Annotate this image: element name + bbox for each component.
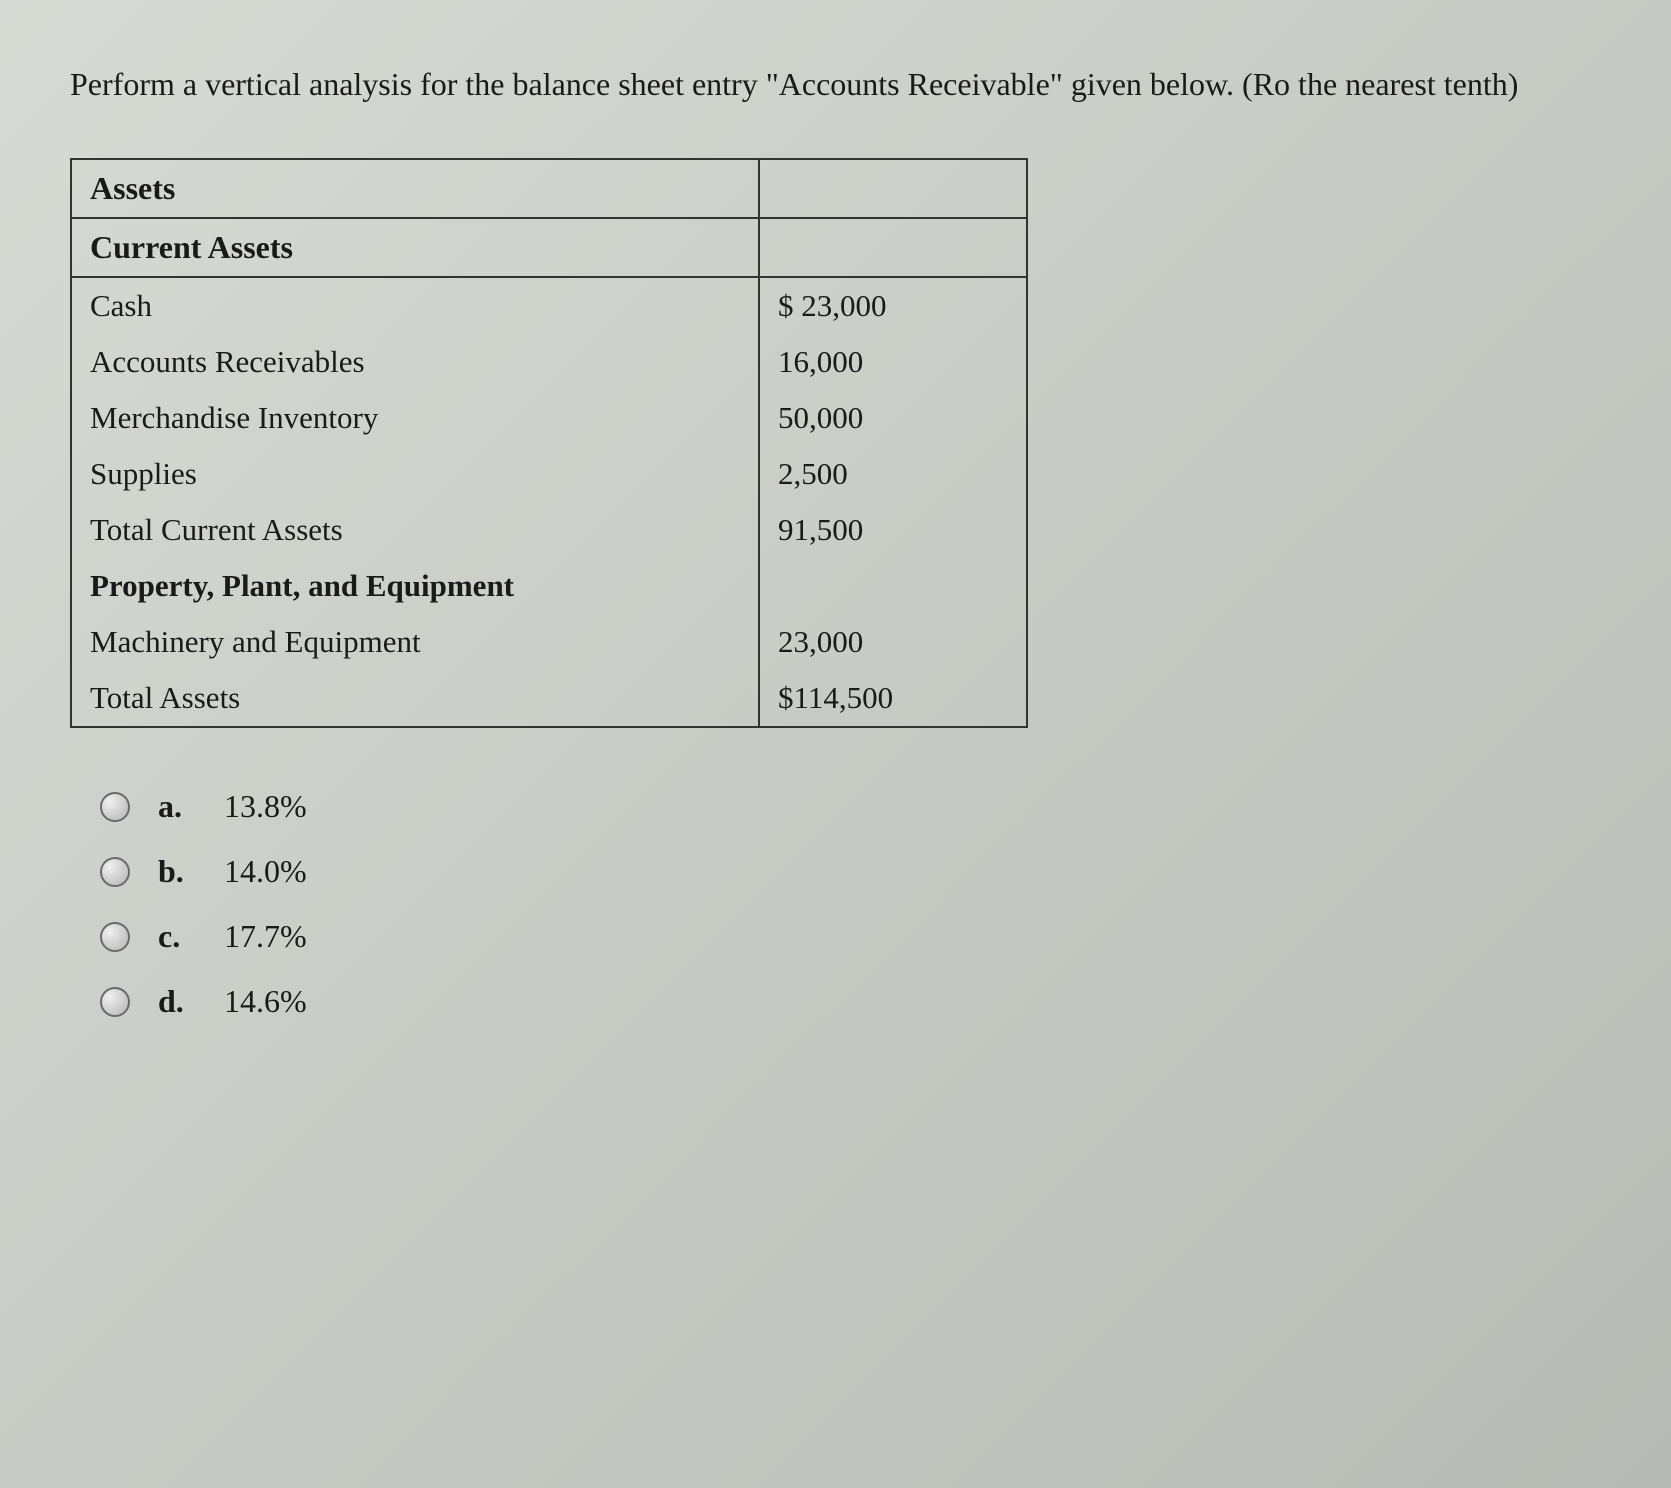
section-current-blank [759,218,1027,277]
option-d[interactable]: d. 14.6% [100,983,1601,1020]
row-label-total-assets: Total Assets [71,670,759,727]
radio-icon[interactable] [100,987,130,1017]
row-value-machinery: 23,000 [759,614,1027,670]
row-label-machinery: Machinery and Equipment [71,614,759,670]
option-b[interactable]: b. 14.0% [100,853,1601,890]
option-text: 14.6% [224,983,307,1020]
option-letter: b. [158,853,196,890]
row-label-total-current: Total Current Assets [71,502,759,558]
table-header-assets: Assets [71,159,759,218]
table-header-blank [759,159,1027,218]
radio-icon[interactable] [100,792,130,822]
options-group: a. 13.8% b. 14.0% c. 17.7% d. 14.6% [100,788,1601,1020]
option-text: 13.8% [224,788,307,825]
option-text: 14.0% [224,853,307,890]
section-ppe-blank [759,558,1027,614]
balance-sheet-table: Assets Current Assets Cash $ 23,000 Acco… [70,158,1028,728]
radio-icon[interactable] [100,922,130,952]
row-value-total-current: 91,500 [759,502,1027,558]
option-text: 17.7% [224,918,307,955]
row-label-inventory: Merchandise Inventory [71,390,759,446]
radio-icon[interactable] [100,857,130,887]
row-value-cash: $ 23,000 [759,277,1027,334]
row-label-ar: Accounts Receivables [71,334,759,390]
row-value-inventory: 50,000 [759,390,1027,446]
option-a[interactable]: a. 13.8% [100,788,1601,825]
option-c[interactable]: c. 17.7% [100,918,1601,955]
section-current-assets: Current Assets [71,218,759,277]
row-value-ar: 16,000 [759,334,1027,390]
row-label-supplies: Supplies [71,446,759,502]
option-letter: c. [158,918,196,955]
section-ppe: Property, Plant, and Equipment [71,558,759,614]
option-letter: a. [158,788,196,825]
row-value-supplies: 2,500 [759,446,1027,502]
question-text: Perform a vertical analysis for the bala… [70,60,1601,108]
row-value-total-assets: $114,500 [759,670,1027,727]
option-letter: d. [158,983,196,1020]
row-label-cash: Cash [71,277,759,334]
